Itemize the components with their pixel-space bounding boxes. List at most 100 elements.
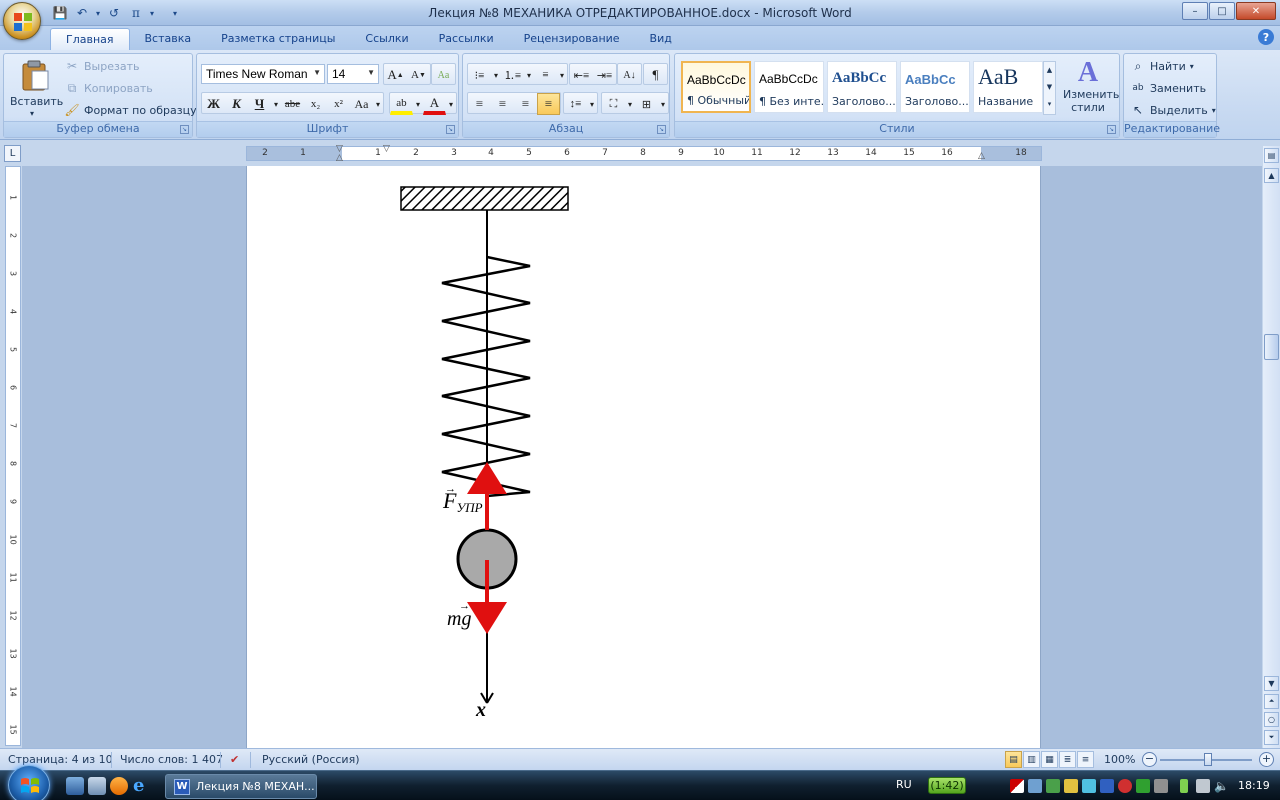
style-normal[interactable]: AaBbCcDc ¶ Обычный (681, 61, 751, 113)
document-page[interactable]: → FУПР mg → x (246, 166, 1041, 748)
tray-app-icon[interactable] (1154, 779, 1168, 793)
dialog-launcher-icon[interactable]: ↘ (180, 125, 189, 134)
tab-selector[interactable]: L (4, 145, 21, 162)
maximize-button[interactable]: □ (1209, 2, 1235, 20)
sort-icon[interactable]: A↓ (618, 64, 641, 86)
office-button[interactable] (3, 2, 41, 40)
word-count[interactable]: Число слов: 1 407 (120, 753, 223, 766)
tray-app-icon[interactable] (1100, 779, 1114, 793)
shrink-font-button[interactable]: A ▼ (407, 64, 430, 86)
chevron-down-icon[interactable]: ▾ (524, 64, 534, 86)
internet-explorer-icon[interactable]: e (133, 777, 151, 795)
scroll-down-icon[interactable]: ▼ (1044, 79, 1055, 96)
paste-button[interactable]: Вставить ▾ (8, 56, 63, 120)
browse-object-icon[interactable]: ○ (1264, 712, 1279, 727)
copy-button[interactable]: ⧉ Копировать (64, 78, 153, 98)
underline-button[interactable]: Ч (248, 93, 271, 115)
spellcheck-icon[interactable]: ✔ (230, 753, 239, 766)
equation-icon[interactable]: π (126, 4, 146, 22)
justify-icon[interactable]: ≡ (537, 93, 560, 115)
chevron-down-icon[interactable]: ▾ (658, 93, 668, 115)
chevron-down-icon[interactable]: ▾ (625, 93, 635, 115)
start-button[interactable] (8, 765, 50, 800)
tray-badge[interactable]: (1:42) (928, 777, 966, 794)
vertical-scrollbar[interactable]: ▤ ▲ ▼ ⏶ ○ ⏷ (1263, 146, 1280, 748)
clock[interactable]: 18:19 (1238, 779, 1270, 792)
tray-app-icon[interactable] (1046, 779, 1060, 793)
style-no-spacing[interactable]: AaBbCcDc ¶ Без инте... (754, 61, 824, 113)
tray-app-icon[interactable] (1082, 779, 1096, 793)
draft-view-button[interactable]: ≡ (1077, 751, 1094, 768)
dialog-launcher-icon[interactable]: ↘ (657, 125, 666, 134)
change-case-button[interactable]: Aa (350, 93, 373, 115)
chevron-down-icon[interactable]: ▾ (271, 93, 281, 115)
dropdown-arrow-icon[interactable]: ▾ (94, 4, 102, 22)
document-area[interactable]: → FУПР mg → x (22, 166, 1262, 748)
tab-insert[interactable]: Вставка (130, 28, 207, 50)
chevron-down-icon[interactable]: ▾ (557, 64, 567, 86)
cut-button[interactable]: ✂ Вырезать (64, 56, 140, 76)
customize-qat-icon[interactable]: ▾ (168, 4, 182, 22)
switch-windows-icon[interactable] (88, 777, 106, 795)
align-center-icon[interactable]: ≡ (491, 93, 514, 115)
tab-home[interactable]: Главная (50, 28, 130, 50)
tray-app-icon[interactable] (1136, 779, 1150, 793)
dropdown-arrow-icon[interactable]: ▾ (148, 4, 156, 22)
bold-button[interactable]: Ж (202, 93, 225, 115)
chevron-down-icon[interactable]: ▾ (446, 93, 456, 115)
change-styles-button[interactable]: A Изменить стили (1059, 58, 1119, 120)
shading-icon[interactable]: ⛶ (602, 93, 625, 115)
align-left-icon[interactable]: ≡ (468, 93, 491, 115)
tray-app-icon[interactable] (1064, 779, 1078, 793)
scroll-up-icon[interactable]: ▲ (1044, 62, 1055, 79)
font-name-field[interactable]: Times New Roman ▼ (201, 64, 325, 84)
tab-page-layout[interactable]: Разметка страницы (206, 28, 350, 50)
tab-review[interactable]: Рецензирование (509, 28, 635, 50)
align-right-icon[interactable]: ≡ (514, 93, 537, 115)
scroll-down-icon[interactable]: ▼ (1264, 676, 1279, 691)
italic-button[interactable]: К (225, 93, 248, 115)
style-heading-1[interactable]: AaBbCc Заголово... (827, 61, 897, 113)
tab-references[interactable]: Ссылки (350, 28, 423, 50)
line-spacing-icon[interactable]: ↕≡ (564, 93, 587, 115)
style-title[interactable]: AaB Название (973, 61, 1043, 113)
select-button[interactable]: ↖ Выделить ▾ (1130, 100, 1216, 120)
ruler-toggle-icon[interactable]: ▤ (1264, 148, 1279, 163)
horizontal-ruler[interactable]: 2 1 1 2 3 4 5 6 7 8 9 10 11 12 13 14 15 … (246, 144, 1042, 163)
more-icon[interactable]: ▾ (1044, 96, 1055, 113)
tray-volume-icon[interactable]: 🔈 (1214, 779, 1229, 793)
save-icon[interactable]: 💾 (50, 4, 70, 22)
replace-button[interactable]: ab Заменить (1130, 78, 1206, 98)
full-screen-view-button[interactable]: ▥ (1023, 751, 1040, 768)
chevron-down-icon[interactable]: ▾ (491, 64, 501, 86)
left-indent-marker[interactable]: △ (336, 153, 343, 163)
previous-page-icon[interactable]: ⏶ (1264, 694, 1279, 709)
page-count[interactable]: Страница: 4 из 10 (8, 753, 113, 766)
next-page-icon[interactable]: ⏷ (1264, 730, 1279, 745)
outline-view-button[interactable]: ≣ (1059, 751, 1076, 768)
subscript-button[interactable]: x₂ (304, 93, 327, 115)
close-button[interactable]: ✕ (1236, 2, 1276, 20)
zoom-slider-thumb[interactable] (1204, 753, 1212, 766)
find-button[interactable]: ⌕ Найти ▾ (1130, 56, 1194, 76)
scroll-up-icon[interactable]: ▲ (1264, 168, 1279, 183)
scrollbar-thumb[interactable] (1264, 334, 1279, 360)
taskbar-item-word[interactable]: W Лекция №8 МЕХАН... (165, 774, 317, 799)
vertical-ruler[interactable]: 1 2 3 4 5 6 7 8 9 10 11 12 13 14 15 (5, 166, 21, 746)
zoom-in-button[interactable]: + (1259, 752, 1274, 767)
right-indent-marker[interactable]: △ (978, 151, 985, 161)
language-indicator[interactable]: Русский (Россия) (262, 753, 360, 766)
superscript-button[interactable]: x² (327, 93, 350, 115)
font-color-icon[interactable]: A (423, 93, 446, 115)
tray-antivirus-icon[interactable] (1118, 779, 1132, 793)
multilevel-list-icon[interactable]: ≡ (534, 64, 557, 86)
help-icon[interactable]: ? (1258, 29, 1274, 45)
media-player-icon[interactable] (110, 777, 128, 795)
chevron-down-icon[interactable]: ▾ (413, 93, 423, 115)
increase-indent-icon[interactable]: ⇥≡ (593, 64, 616, 86)
input-language[interactable]: RU (896, 778, 912, 791)
grow-font-button[interactable]: A ▲ (384, 64, 407, 86)
bullets-icon[interactable]: ⁝≡ (468, 64, 491, 86)
tab-mailings[interactable]: Рассылки (424, 28, 509, 50)
print-layout-view-button[interactable]: ▤ (1005, 751, 1022, 768)
